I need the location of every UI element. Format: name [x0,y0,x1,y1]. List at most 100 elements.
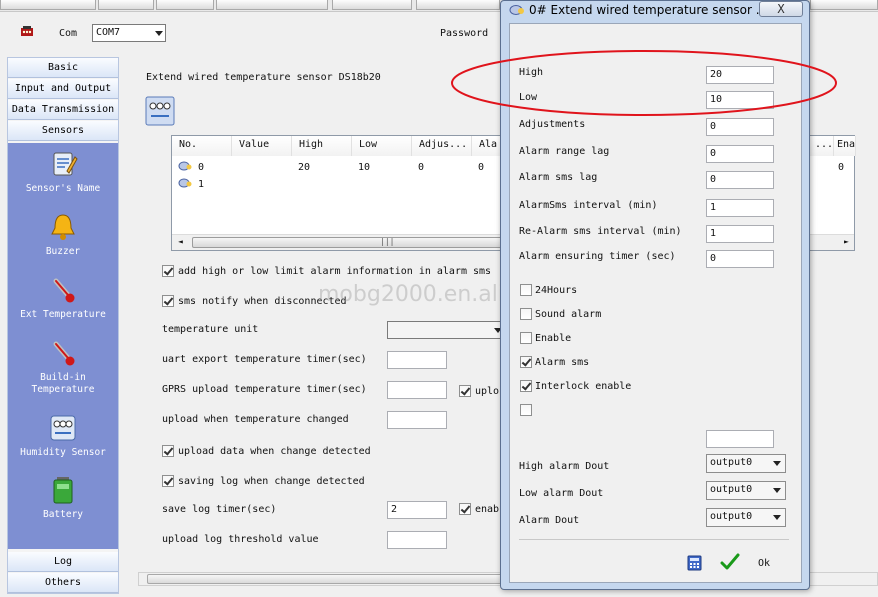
alarm-range-lag-input[interactable]: 0 [706,145,774,163]
toolbar-button[interactable] [98,0,154,10]
password-label: Password [440,28,489,39]
row-high: 20 [298,162,311,173]
nav-item-humidity-sensor[interactable]: Humidity Sensor [8,413,118,459]
save-log-enable-checkbox[interactable] [459,503,471,515]
nav-header-input-output[interactable]: Input and Output [8,79,118,99]
toolbar-button[interactable] [0,0,96,10]
upload-change-detected-checkbox[interactable] [162,445,174,457]
alarm-ensuring-timer-input[interactable]: 0 [706,250,774,268]
alarm-dout-label: Alarm Dout [519,515,580,526]
nav-header-sensors[interactable]: Sensors [8,121,118,141]
nav-item-ext-temperature[interactable]: Ext Temperature [8,275,118,321]
left-navigation: Basic Input and Output Data Transmission… [7,57,119,594]
humidity-sensor-icon[interactable] [144,96,176,126]
enable-checkbox[interactable] [520,332,532,344]
low-alarm-dout-select[interactable]: output0 [706,481,786,500]
toolbar-button[interactable] [332,0,412,10]
panel-title: Extend wired temperature sensor DS18b20 [146,72,381,83]
save-log-enable-label: enab [475,504,500,515]
toolbar-button[interactable] [810,0,878,10]
interlock-enable-checkbox[interactable] [520,380,532,392]
alarm-sms-interval-label: AlarmSms interval (min) [519,200,658,211]
alarm-dout-select[interactable]: output0 [706,508,786,527]
ok-button[interactable]: Ok [758,558,770,569]
scroll-right-icon[interactable]: ► [844,237,849,246]
toolbar-button[interactable] [416,0,500,10]
alarm-sms-lag-label: Alarm sms lag [519,172,598,183]
column-header-alarm[interactable]: Ala [472,136,502,156]
nav-header-others[interactable]: Others [8,573,118,593]
nav-header-basic[interactable]: Basic [8,58,118,78]
gprs-timer-input[interactable] [387,381,447,399]
nav-item-label: Buzzer [45,246,81,257]
gprs-upload-checkbox[interactable] [459,385,471,397]
sound-alarm-label: Sound alarm [535,309,602,320]
nav-item-build-in-temperature[interactable]: Build-in Temperature [8,338,118,396]
nav-header-data-transmission[interactable]: Data Transmission [8,100,118,120]
upload-log-threshold-input[interactable] [387,531,447,549]
alarm-sms-checkbox[interactable] [520,356,532,368]
sound-alarm-checkbox[interactable] [520,308,532,320]
column-header-enable[interactable]: Ena [834,136,856,156]
alarm-sms-label: Alarm sms [535,357,590,368]
nav-item-buzzer[interactable]: Buzzer [8,212,118,258]
unlabeled-checkbox[interactable] [520,404,532,416]
extra-input[interactable] [706,430,774,448]
upload-log-threshold-label: upload log threshold value [162,534,319,545]
gprs-upload-label: uplo [475,386,500,397]
high-alarm-dout-select[interactable]: output0 [706,454,786,473]
thermometer-icon [53,341,75,366]
nav-item-battery[interactable]: Battery [8,475,118,521]
toolbar-button[interactable] [216,0,328,10]
temperature-unit-select[interactable] [387,321,503,339]
thermometer-icon [53,278,75,303]
24hours-checkbox[interactable] [520,284,532,296]
alarm-sms-lag-input[interactable]: 0 [706,171,774,189]
toolbar-button[interactable] [156,0,214,10]
notepad-icon [53,152,78,176]
upload-changed-input[interactable] [387,411,447,429]
sms-disconnect-checkbox[interactable] [162,295,174,307]
gprs-timer-label: GPRS upload temperature timer(sec) [162,384,367,395]
column-header-no[interactable]: No. [172,136,232,156]
sensors-panel: Sensor's Name Buzzer Ext Temperature Bui… [8,143,118,549]
dialog-title: 0# Extend wired temperature sensor ... [529,3,768,17]
upload-change-detected-label: upload data when change detected [178,446,371,457]
chevron-down-icon [773,488,781,493]
humidity-sensor-icon [50,415,76,441]
nav-item-label: Humidity Sensor [20,447,106,458]
enable-label: Enable [535,333,572,344]
table-row[interactable]: 1 [178,178,204,191]
save-log-timer-input[interactable]: 2 [387,501,447,519]
uart-timer-input[interactable] [387,351,447,369]
alarm-sms-interval-input[interactable]: 1 [706,199,774,217]
scroll-left-icon[interactable]: ◄ [178,237,183,246]
com-port-select[interactable]: COM7 [92,24,166,42]
checkmark-icon[interactable] [720,553,740,571]
interlock-enable-label: Interlock enable [535,381,632,392]
close-icon: X [777,2,785,16]
scrollbar-thumb[interactable] [192,237,502,248]
high-alarm-dout-value: output0 [710,457,753,468]
temperature-unit-label: temperature unit [162,324,259,335]
close-button[interactable]: X [759,1,803,17]
com-label: Com [59,28,78,39]
column-header-high[interactable]: High [292,136,352,156]
saving-log-checkbox[interactable] [162,475,174,487]
low-alarm-dout-value: output0 [710,484,753,495]
re-alarm-sms-interval-input[interactable]: 1 [706,225,774,243]
row-adjust: 0 [418,162,425,173]
nav-header-log[interactable]: Log [8,552,118,572]
add-limit-label: add high or low limit alarm information … [178,266,492,277]
table-row[interactable]: 0 [178,161,204,174]
adjustments-input[interactable]: 0 [706,118,774,136]
add-limit-checkbox[interactable] [162,265,174,277]
column-header-truncated[interactable]: ... [808,136,834,156]
calculator-icon[interactable] [687,555,703,571]
low-alarm-dout-label: Low alarm Dout [519,488,604,499]
high-alarm-dout-label: High alarm Dout [519,461,610,472]
column-header-low[interactable]: Low [352,136,412,156]
column-header-adjust[interactable]: Adjus... [412,136,472,156]
column-header-value[interactable]: Value [232,136,292,156]
nav-item-sensor-name[interactable]: Sensor's Name [8,149,118,195]
